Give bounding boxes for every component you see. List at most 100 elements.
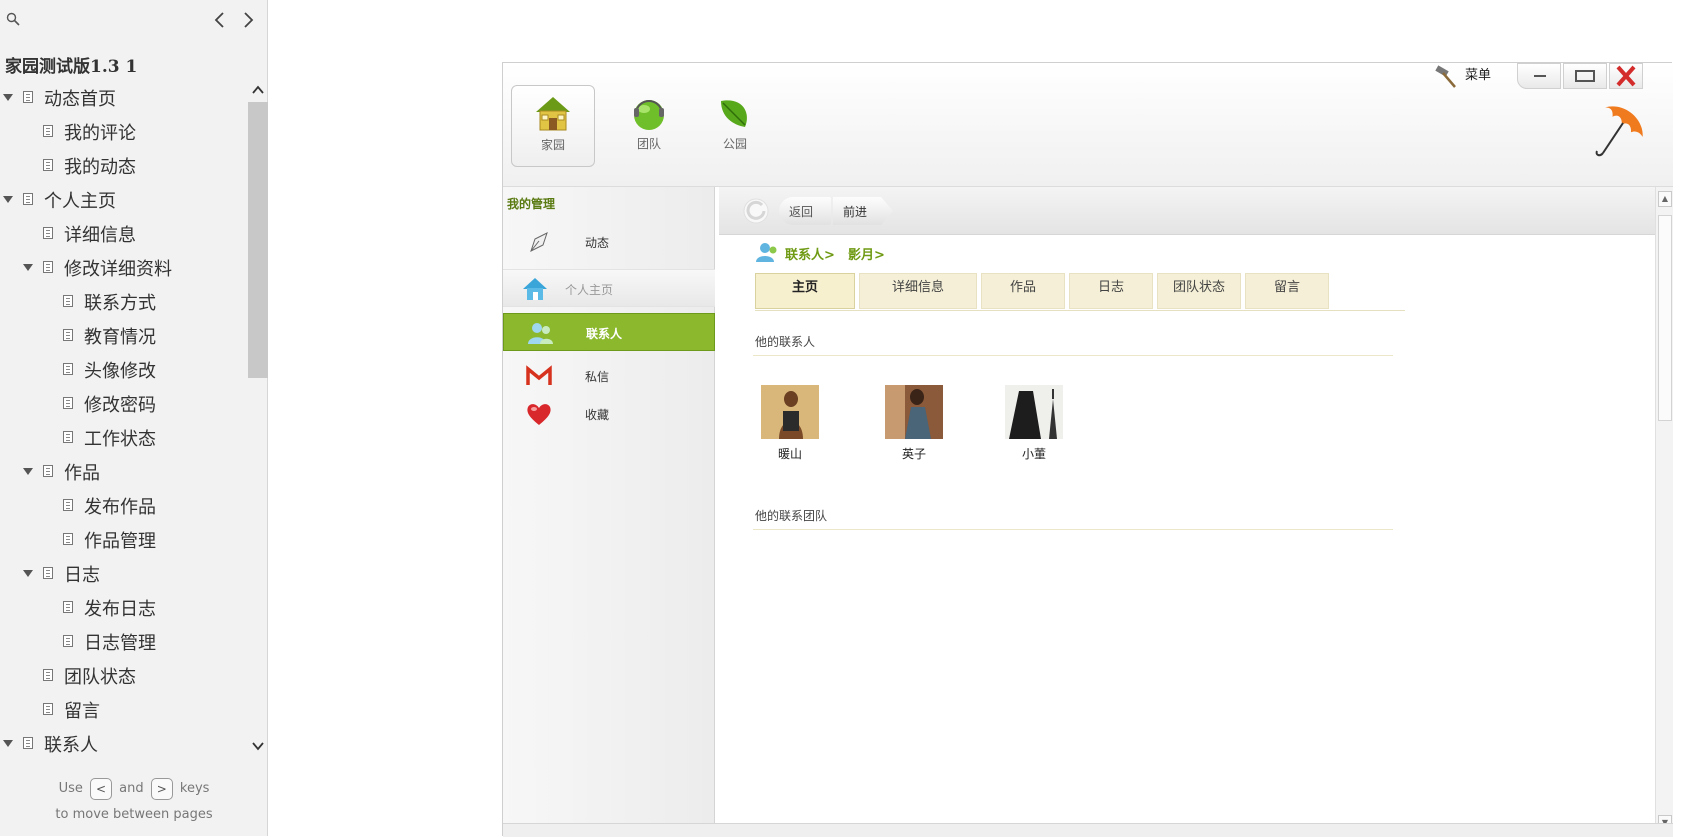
contacts-icon xyxy=(528,323,553,344)
chevron-down-icon[interactable] xyxy=(252,740,264,752)
outline-node[interactable]: 联系方式 xyxy=(0,284,248,318)
maximize-button[interactable] xyxy=(1563,63,1607,89)
outline-node[interactable]: 修改密码 xyxy=(0,386,248,420)
outline-node-label: 作品管理 xyxy=(84,531,156,552)
outline-node[interactable]: 作品管理 xyxy=(0,522,248,556)
contact-card[interactable]: 英子 xyxy=(879,385,949,462)
tab-team-status[interactable]: 团队状态 xyxy=(1157,273,1241,309)
outline-node[interactable]: 发布作品 xyxy=(0,488,248,522)
search-icon[interactable] xyxy=(6,12,20,26)
page-icon xyxy=(43,567,53,579)
outline-node[interactable]: 发布日志 xyxy=(0,590,248,624)
hint-line2: to move between pages xyxy=(55,807,213,822)
outline-node[interactable]: 联系人 xyxy=(0,726,248,755)
outline-node-label: 团队状态 xyxy=(64,667,136,688)
home-icon xyxy=(523,278,547,300)
scroll-thumb[interactable] xyxy=(248,102,268,378)
menu-label[interactable]: 菜单 xyxy=(1465,64,1491,83)
tab-home[interactable]: 主页 xyxy=(755,273,855,309)
nav-tab-label: 团队 xyxy=(636,137,661,151)
section-divider xyxy=(753,529,1393,530)
chevron-right-icon[interactable] xyxy=(240,10,256,30)
nav-tab-park[interactable]: 公园 xyxy=(693,85,777,167)
contact-card[interactable]: 小董 xyxy=(999,385,1069,462)
page-icon xyxy=(43,261,53,273)
tab-messages[interactable]: 留言 xyxy=(1245,273,1329,309)
page-icon xyxy=(63,635,73,647)
outline-node[interactable]: 工作状态 xyxy=(0,420,248,454)
breadcrumb-item[interactable]: 影月> xyxy=(848,244,885,263)
house-icon xyxy=(536,97,570,131)
outline-node[interactable]: 日志管理 xyxy=(0,624,248,658)
tab-diary[interactable]: 日志 xyxy=(1069,273,1153,309)
sidebar-item-label: 动态 xyxy=(585,236,610,250)
outline-node[interactable]: 头像修改 xyxy=(0,352,248,386)
page-icon xyxy=(43,669,53,681)
outline-tree: 动态首页我的评论我的动态 个人主页详细信息修改详细资料 联系方式 教育情况 头像修改 修改… xyxy=(0,80,248,755)
outline-node[interactable]: 留言 xyxy=(0,692,248,726)
tab-details[interactable]: 详细信息 xyxy=(859,273,977,309)
outline-node[interactable]: 作品 xyxy=(0,454,248,488)
close-button[interactable] xyxy=(1609,63,1643,89)
nav-tab-home[interactable]: 家园 xyxy=(511,85,595,167)
nav-tab-team[interactable]: 团队 xyxy=(607,85,691,167)
profile-tabs: 主页 详细信息 作品 日志 团队状态 留言 xyxy=(755,273,1405,311)
page-icon xyxy=(63,363,73,375)
expand-triangle-icon[interactable] xyxy=(23,468,33,475)
expand-triangle-icon[interactable] xyxy=(23,570,33,577)
hint-and: and xyxy=(119,781,144,796)
scroll-up-button[interactable]: ▲ xyxy=(1658,191,1672,207)
forward-button[interactable]: 前进 xyxy=(833,197,893,225)
outline-node-label: 发布日志 xyxy=(84,599,156,620)
hint-use: Use xyxy=(58,781,83,796)
sidebar-item-messages[interactable]: 私信 xyxy=(503,357,715,395)
page-icon xyxy=(23,737,33,749)
outline-node[interactable]: 我的动态 xyxy=(0,148,248,182)
outline-node[interactable]: 教育情况 xyxy=(0,318,248,352)
outline-node[interactable]: 动态首页 xyxy=(0,80,248,114)
sidebar-item-homepage[interactable]: 个人主页 xyxy=(503,269,715,307)
sidebar-item-favorites[interactable]: 收藏 xyxy=(503,395,715,433)
tab-works[interactable]: 作品 xyxy=(981,273,1065,309)
outline-node[interactable]: 个人主页 xyxy=(0,182,248,216)
contact-card[interactable]: 暖山 xyxy=(755,385,825,462)
sidebar-item-contacts[interactable]: 联系人 xyxy=(503,313,715,351)
contact-name: 暖山 xyxy=(777,447,802,461)
outline-node[interactable]: 我的评论 xyxy=(0,114,248,148)
key-prev: < xyxy=(90,777,112,800)
outline-scrollbar[interactable] xyxy=(248,80,268,755)
outline-panel: 家园测试版1.3 1 动态首页 我的评论 我的动态 个人主页 详细信息 修改详细资料 联系方… xyxy=(0,0,268,836)
page-icon xyxy=(43,159,53,171)
page-icon xyxy=(43,125,53,137)
team-globe-icon xyxy=(634,100,664,130)
back-button[interactable]: 返回 xyxy=(779,197,831,225)
outline-node-label: 我的评论 xyxy=(64,123,136,144)
outline-node[interactable]: 团队状态 xyxy=(0,658,248,692)
outline-node[interactable]: 详细信息 xyxy=(0,216,248,250)
expand-triangle-icon[interactable] xyxy=(23,264,33,271)
expand-triangle-icon[interactable] xyxy=(3,94,13,101)
pen-icon xyxy=(530,232,548,252)
outline-node-label: 详细信息 xyxy=(64,225,136,246)
sidebar-item-activity[interactable]: 动态 xyxy=(503,223,715,261)
breadcrumb-item[interactable]: 联系人> xyxy=(785,244,835,263)
leaf-icon xyxy=(721,100,747,127)
page-icon xyxy=(43,703,53,715)
outline-node[interactable]: 日志 xyxy=(0,556,248,590)
hammer-icon[interactable] xyxy=(1433,65,1459,89)
minimize-button[interactable] xyxy=(1517,63,1561,89)
chevron-up-icon[interactable] xyxy=(252,84,264,96)
outline-node-label: 联系人 xyxy=(44,735,98,755)
chevron-left-icon[interactable] xyxy=(212,10,228,30)
expand-triangle-icon[interactable] xyxy=(3,740,13,747)
sidebar-title: 我的管理 xyxy=(507,197,556,211)
outline-node[interactable]: 修改详细资料 xyxy=(0,250,248,284)
section-divider xyxy=(753,355,1393,356)
contact-photo xyxy=(885,385,943,439)
content-scrollbar[interactable]: ▲ ▼ xyxy=(1655,187,1673,837)
refresh-icon[interactable] xyxy=(741,196,771,226)
expand-triangle-icon[interactable] xyxy=(3,196,13,203)
scroll-thumb[interactable] xyxy=(1658,215,1672,421)
teams-section-title: 他的联系团队 xyxy=(755,509,828,523)
contact-photo xyxy=(761,385,819,439)
